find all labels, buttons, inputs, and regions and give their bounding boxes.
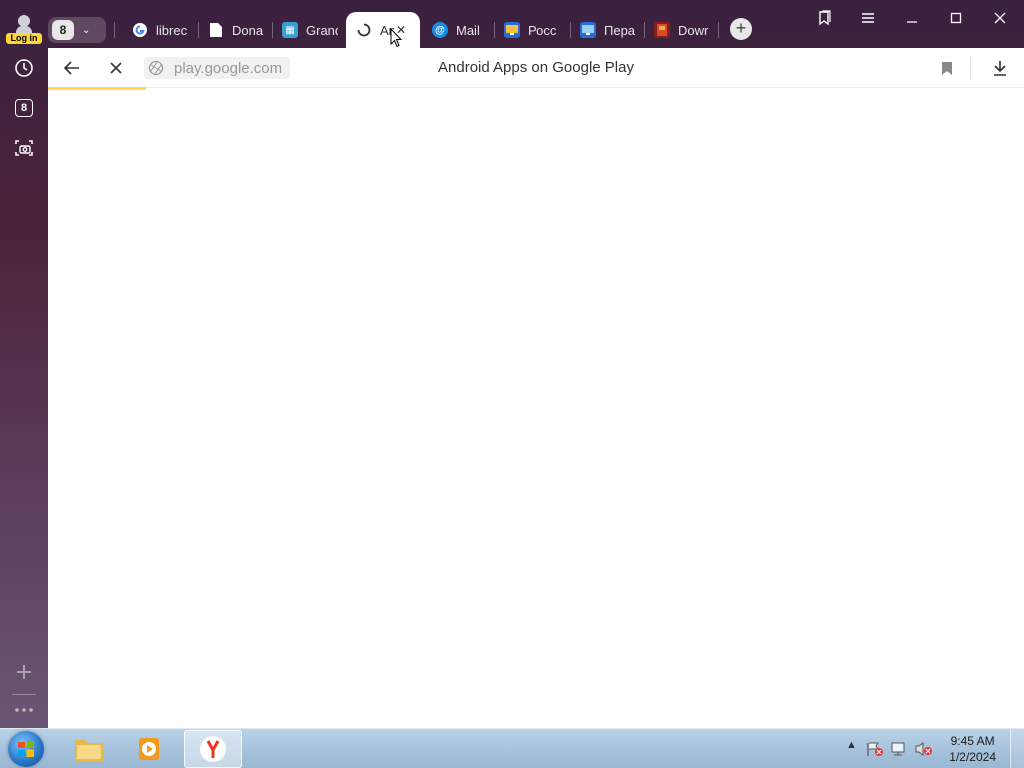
book-icon	[654, 22, 670, 38]
tabs-count-button[interactable]: 8	[12, 96, 36, 120]
url-text: play.google.com	[174, 59, 283, 77]
tab-label: Grand	[306, 22, 338, 38]
yandex-browser-taskbar-button[interactable]	[184, 730, 242, 768]
tab-label: Пера	[604, 22, 636, 38]
mouse-cursor-icon	[390, 28, 402, 48]
system-clock[interactable]: 9:45 AM 1/2/2024	[949, 733, 996, 765]
network-icon[interactable]	[890, 741, 908, 760]
tab-group-count: 8	[52, 20, 74, 40]
folder-icon	[75, 740, 103, 761]
login-badge[interactable]: Log in	[6, 33, 42, 44]
tab-group-button[interactable]: 8 ⌄	[48, 17, 106, 43]
windows-taskbar: ▲ 9:45 AM 1/2/2024	[0, 728, 1024, 768]
back-arrow-icon[interactable]	[60, 56, 84, 80]
tab-ross[interactable]: Росс	[494, 12, 568, 48]
tab-label: Dona	[232, 22, 264, 38]
start-button[interactable]	[8, 731, 44, 767]
show-desktop-button[interactable]	[1010, 729, 1024, 768]
media-player-taskbar-button[interactable]	[120, 730, 178, 768]
tabs-count: 8	[15, 99, 33, 117]
monitor-icon	[504, 22, 520, 38]
screenshot-icon[interactable]	[12, 136, 36, 160]
toolbar-divider	[970, 58, 971, 78]
volume-muted-icon[interactable]	[914, 741, 934, 760]
browser-sidebar: Log in 8	[0, 0, 48, 728]
collections-icon[interactable]	[812, 6, 836, 30]
tab-download[interactable]: Dowr	[644, 12, 718, 48]
tab-android-apps[interactable]: An ✕	[346, 12, 420, 48]
tab-label: Dowr	[678, 22, 709, 38]
maximize-icon[interactable]	[944, 6, 968, 30]
close-window-icon[interactable]	[988, 6, 1012, 30]
media-player-icon	[139, 738, 159, 760]
sidebar-divider	[12, 694, 36, 695]
site-security-icon[interactable]	[148, 60, 164, 76]
clock-time: 9:45 AM	[950, 734, 995, 748]
browser-window: play.google.com Android Apps on Google P…	[48, 48, 1024, 728]
tab-strip: 8 ⌄ librec Dona ▦ Grand An ✕ @ Mail Ро	[48, 0, 1024, 48]
download-icon[interactable]	[988, 56, 1012, 80]
tab-dona[interactable]: Dona	[198, 12, 270, 48]
file-explorer-taskbar-button[interactable]	[60, 730, 118, 768]
windows-logo-icon	[18, 741, 34, 757]
stop-loading-icon[interactable]	[104, 56, 128, 80]
tab-label: librec	[156, 22, 188, 38]
add-panel-icon[interactable]	[12, 660, 36, 684]
clock-date: 1/2/2024	[949, 750, 996, 764]
menu-icon[interactable]	[856, 6, 880, 30]
bookmark-icon[interactable]	[935, 56, 959, 80]
grand-icon: ▦	[282, 22, 298, 38]
monitor-icon	[580, 22, 596, 38]
action-center-icon[interactable]	[866, 741, 884, 760]
yandex-browser-icon	[200, 736, 226, 762]
more-icon[interactable]	[12, 698, 36, 722]
chevron-down-icon: ⌄	[82, 24, 91, 36]
tab-mail[interactable]: @ Mail	[422, 12, 494, 48]
new-tab-button[interactable]: +	[730, 18, 752, 40]
address-bar: play.google.com Android Apps on Google P…	[48, 48, 1024, 90]
tab-google[interactable]: librec	[122, 12, 194, 48]
page-content	[48, 89, 1024, 728]
mail-at-icon: @	[432, 22, 448, 38]
show-hidden-icons[interactable]: ▲	[846, 739, 857, 751]
tab-pera[interactable]: Пера	[570, 12, 642, 48]
tab-label: Mail	[456, 22, 480, 38]
minimize-icon[interactable]	[900, 6, 924, 30]
url-field[interactable]: play.google.com	[144, 57, 291, 79]
tab-label: Росс	[528, 22, 557, 38]
tab-grand[interactable]: ▦ Grand	[272, 12, 344, 48]
google-icon	[132, 22, 148, 38]
history-icon[interactable]	[12, 56, 36, 80]
document-icon	[208, 22, 224, 38]
loading-spinner-icon	[356, 22, 372, 38]
